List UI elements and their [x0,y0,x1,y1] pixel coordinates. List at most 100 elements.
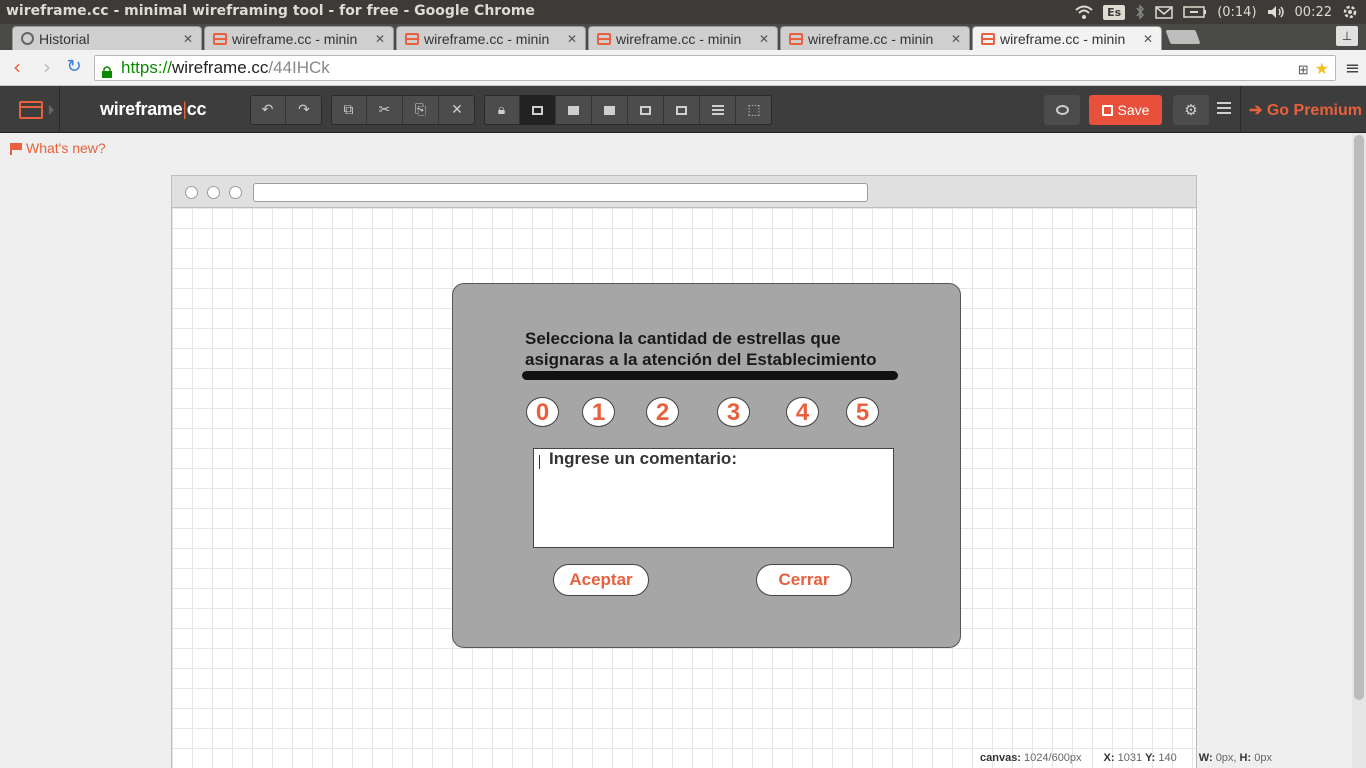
save-button[interactable]: Save [1089,95,1162,125]
rating-option-2[interactable]: 2 [646,397,679,427]
floppy-disk-icon [1101,104,1113,116]
tab-wireframe-3[interactable]: wireframe.cc - minin ✕ [588,26,778,50]
url-protocol: https:// [121,58,173,77]
chrome-menu-icon[interactable]: ≡ [1345,58,1360,79]
tab-wireframe-1[interactable]: wireframe.cc - minin ✕ [204,26,394,50]
reload-icon[interactable]: ↻ [63,56,85,78]
duplicate-icon[interactable]: ⧉ [331,95,367,125]
clock[interactable]: 00:22 [1295,5,1332,20]
accept-button[interactable]: Aceptar [553,564,649,596]
send-to-back-icon[interactable] [628,95,664,125]
flag-icon [10,142,22,155]
tab-historial[interactable]: Historial ✕ [12,26,202,50]
os-top-bar: wireframe.cc - minimal wireframing tool … [0,0,1366,24]
dialog-title[interactable]: Selecciona la cantidad de estrellas que … [525,328,905,370]
settings-gears-icon[interactable]: ⚙ [1173,95,1209,125]
back-arrow-icon[interactable]: ‹ [6,56,28,78]
rating-option-0[interactable]: 0 [526,397,559,427]
browser-window-icon [19,101,43,119]
align-left-icon[interactable] [700,95,736,125]
wifi-icon[interactable] [1075,5,1093,19]
wireframe-favicon [597,32,611,45]
rating-dialog-mockup[interactable]: Selecciona la cantidad de estrellas que … [452,283,961,648]
tab-label: Historial [39,30,90,47]
battery-time: (0:14) [1217,4,1257,20]
url-host: wireframe.cc [172,58,269,77]
undo-icon[interactable]: ↶ [250,95,286,125]
rating-option-3[interactable]: 3 [717,397,750,427]
comment-bubble-icon[interactable] [1044,95,1080,125]
tab-wireframe-2[interactable]: wireframe.cc - minin ✕ [396,26,586,50]
lock-icon[interactable] [101,61,113,78]
app-brand-logo[interactable]: wireframe|cc [100,99,206,120]
url-path: /44IHCk [268,58,330,77]
rating-option-5[interactable]: 5 [846,397,879,427]
paste-icon[interactable]: ⎘ [403,95,439,125]
forward-arrow-icon[interactable]: › [36,56,58,78]
go-premium-link[interactable]: ➔ Go Premium [1249,100,1362,120]
tab-label: wireframe.cc - minin [808,30,934,47]
cut-scissors-icon[interactable]: ✂ [367,95,403,125]
window-title: wireframe.cc - minimal wireframing tool … [6,3,535,19]
toolbar-divider [1240,86,1241,133]
text-caret [539,455,540,469]
send-backward-icon[interactable] [592,95,628,125]
bluetooth-icon[interactable] [1135,4,1145,20]
whats-new-link[interactable]: What's new? [10,140,106,156]
bring-forward-icon[interactable] [520,95,556,125]
lock-element-icon[interactable]: 🔒︎ [484,95,520,125]
tab-close-icon[interactable]: ✕ [759,32,769,46]
page-scrollbar[interactable] [1352,133,1366,768]
tab-wireframe-active[interactable]: wireframe.cc - minin ✕ [972,26,1162,50]
layer-stack-icon[interactable] [664,95,700,125]
hamburger-menu-icon[interactable] [1217,102,1231,104]
tab-close-icon[interactable]: ✕ [567,32,577,46]
selection-size-readout: W: 0px, H: 0px [1198,752,1272,764]
browser-tab-strip: Historial ✕ wireframe.cc - minin ✕ wiref… [0,24,1366,50]
app-toolbar: wireframe|cc ↶ ↷ ⧉ ✂ ⎘ ✕ 🔒︎ ⬚ Save ⚙ ➔ G… [0,86,1366,133]
arrange-group: 🔒︎ ⬚ [484,95,772,125]
history-clock-icon [21,32,34,45]
canvas-size-readout: canvas: 1024/600px [980,752,1082,764]
canvas-browser-frame [172,176,1196,208]
tab-close-icon[interactable]: ✕ [951,32,961,46]
redo-icon[interactable]: ↷ [286,95,322,125]
settings-gear-icon[interactable] [1342,4,1358,20]
tab-close-icon[interactable]: ✕ [183,32,193,46]
window-dot-icon [207,186,220,199]
bookmark-star-icon[interactable]: ★ [1315,58,1329,82]
battery-icon[interactable] [1183,6,1207,18]
tab-close-icon[interactable]: ✕ [1143,32,1153,46]
rating-option-4[interactable]: 4 [786,397,819,427]
wireframe-favicon [213,32,227,45]
mail-icon[interactable] [1155,5,1173,19]
canvas-url-bar [253,183,868,202]
address-bar[interactable]: https://wireframe.cc/44IHCk ⊞ ★ [94,55,1336,81]
rating-option-1[interactable]: 1 [582,397,615,427]
tab-wireframe-4[interactable]: wireframe.cc - minin ✕ [780,26,970,50]
chevron-right-icon [49,105,54,115]
scrollbar-thumb[interactable] [1354,135,1364,700]
new-tab-button[interactable] [1165,30,1201,44]
user-profile-icon[interactable]: ⊥ [1336,26,1358,46]
comment-textarea[interactable]: Ingrese un comentario: [533,448,894,548]
keyboard-layout-indicator[interactable]: Es [1103,4,1126,20]
bring-to-front-icon[interactable] [556,95,592,125]
dialog-divider[interactable] [522,371,898,380]
history-group: ↶ ↷ [250,95,322,125]
translate-icon[interactable]: ⊞ [1298,58,1309,82]
dialog-title-line-1: Selecciona la cantidad de estrellas que [525,329,841,348]
tab-label: wireframe.cc - minin [1000,30,1126,47]
delete-x-icon[interactable]: ✕ [439,95,475,125]
tab-label: wireframe.cc - minin [616,30,742,47]
page-switcher-button[interactable] [0,86,60,133]
window-dot-icon [229,186,242,199]
close-button[interactable]: Cerrar [756,564,852,596]
wireframe-favicon [789,32,803,45]
select-frame-icon[interactable]: ⬚ [736,95,772,125]
tab-close-icon[interactable]: ✕ [375,32,385,46]
go-premium-label: Go Premium [1266,102,1362,119]
volume-icon[interactable] [1267,5,1285,19]
brand-left: wireframe [100,99,183,119]
tab-label: wireframe.cc - minin [232,30,358,47]
